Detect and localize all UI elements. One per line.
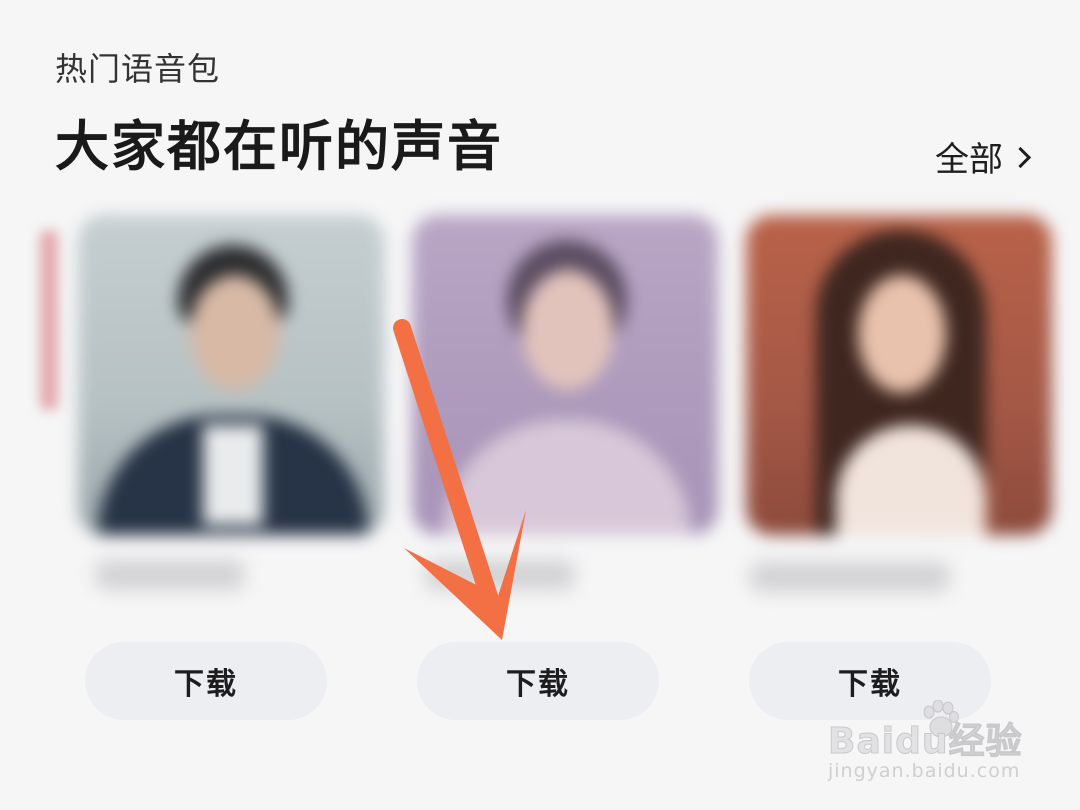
view-all-link[interactable]: 全部 <box>935 132 1032 181</box>
section-label: 热门语音包 <box>55 50 221 88</box>
watermark-brand: Baidu经验 <box>827 721 1023 763</box>
cover-collar <box>203 425 263 525</box>
annotation-arrow-icon <box>393 319 526 640</box>
section-title: 大家都在听的声音 <box>55 115 503 178</box>
voice-pack-name-blurred-1 <box>95 560 245 590</box>
download-button-1[interactable]: 下载 <box>85 642 327 720</box>
watermark: Baidu经验 jingyan.baidu.com <box>827 700 1048 790</box>
cover-face <box>858 275 946 393</box>
download-button-2[interactable]: 下载 <box>417 642 659 720</box>
chevron-right-icon <box>1009 146 1032 169</box>
voice-pack-cover-1[interactable] <box>78 215 384 535</box>
voice-pack-cover-3[interactable] <box>746 215 1052 535</box>
view-all-label: 全部 <box>935 140 1003 180</box>
watermark-url: jingyan.baidu.com <box>828 760 1021 782</box>
previous-card-edge <box>40 230 58 410</box>
voice-pack-name-blurred-3 <box>750 562 950 592</box>
cover-face <box>190 275 280 390</box>
